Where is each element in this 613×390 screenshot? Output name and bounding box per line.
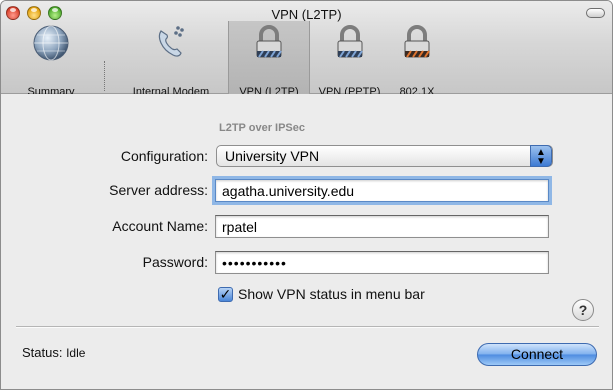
toolbar-toggle-button[interactable] (586, 8, 605, 18)
lock-icon (404, 25, 430, 58)
connect-button[interactable]: Connect (477, 343, 597, 366)
status-label: Status: (22, 345, 63, 360)
vpn-settings-pane: L2TP over IPSec Configuration: Universit… (1, 94, 612, 389)
configuration-label: Configuration: (120, 148, 208, 164)
toolbar-item-vpn-l2tp[interactable]: VPN (L2TP) (228, 21, 310, 98)
server-address-field[interactable]: agatha.university.edu (215, 179, 549, 202)
lock-icon (256, 25, 282, 58)
toolbar-item-internal-modem[interactable]: Internal Modem (114, 21, 228, 98)
popup-arrows-icon: ▲ ▼ (530, 145, 552, 167)
status-line: Status: Idle (22, 345, 85, 360)
toolbar-item-vpn-pptp[interactable]: VPN (PPTP) (310, 21, 389, 98)
status-value: Idle (66, 346, 86, 360)
password-field[interactable]: ••••••••••• (215, 251, 549, 274)
window-title: VPN (L2TP) (271, 7, 342, 22)
server-address-label: Server address: (109, 182, 208, 198)
section-label: L2TP over IPSec (219, 122, 306, 134)
phone-icon (158, 26, 184, 57)
section-divider (16, 326, 599, 328)
lock-icon (337, 25, 363, 58)
toolbar-item-802-1x[interactable]: 802.1X (389, 21, 445, 98)
account-name-field[interactable]: rpatel (215, 215, 549, 238)
network-preferences-window: VPN (L2TP) Summary Internal Modem VPN (L… (0, 0, 613, 390)
account-name-label: Account Name: (112, 218, 208, 234)
configuration-value: University VPN (225, 148, 320, 164)
configuration-popup[interactable]: University VPN ▲ ▼ (216, 145, 553, 167)
help-button[interactable]: ? (572, 299, 594, 321)
password-label: Password: (142, 254, 208, 270)
show-vpn-status-checkbox[interactable]: ✓ (218, 287, 233, 302)
toolbar-separator (104, 61, 105, 91)
title-toolbar-area: VPN (L2TP) Summary Internal Modem VPN (L… (1, 1, 612, 98)
globe-icon (33, 25, 69, 61)
toolbar-item-summary[interactable]: Summary (1, 21, 101, 98)
show-vpn-status-label: Show VPN status in menu bar (238, 286, 425, 302)
